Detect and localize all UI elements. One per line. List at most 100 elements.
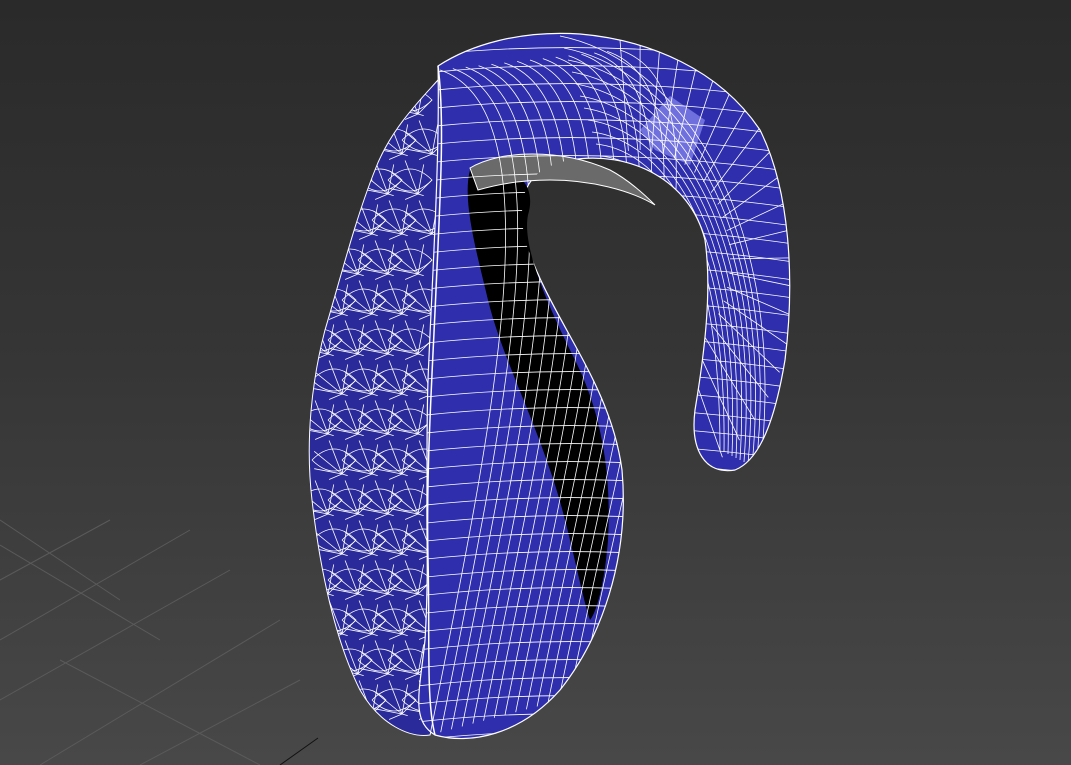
scale-wire bbox=[309, 588, 329, 595]
scale-wire bbox=[314, 273, 329, 280]
scale-wire bbox=[309, 248, 343, 272]
scale-wire bbox=[341, 713, 348, 716]
scale-wire bbox=[329, 90, 359, 115]
scale-wire bbox=[360, 108, 389, 115]
scale-wire bbox=[309, 648, 343, 672]
scale-wire bbox=[327, 193, 334, 196]
scale-wire bbox=[309, 188, 329, 195]
scale-wire bbox=[328, 200, 343, 235]
scale-wire bbox=[358, 153, 373, 160]
scale-wire bbox=[327, 659, 343, 675]
scale-wire bbox=[309, 668, 329, 675]
scale-wire bbox=[328, 120, 343, 155]
scale-wire bbox=[358, 120, 373, 155]
scale-wire bbox=[314, 193, 329, 200]
scale-wire bbox=[314, 80, 329, 115]
scale-wire bbox=[328, 713, 343, 720]
scale-wire bbox=[328, 680, 343, 715]
scale-wire bbox=[314, 593, 329, 600]
viewport-grid bbox=[0, 519, 319, 765]
scale-wire bbox=[314, 113, 329, 120]
scale-wire bbox=[311, 688, 357, 712]
scale-wire bbox=[341, 128, 387, 152]
scale-wire bbox=[344, 148, 373, 155]
scale-wire bbox=[309, 170, 329, 195]
scale-wire bbox=[343, 130, 373, 155]
scale-wire bbox=[344, 708, 373, 715]
scale-wire bbox=[309, 88, 343, 112]
scale-wire bbox=[341, 684, 349, 715]
scale-wire bbox=[327, 88, 373, 112]
scale-wire bbox=[314, 673, 329, 680]
grid-line bbox=[0, 529, 191, 641]
scale-wire bbox=[309, 108, 329, 115]
scale-wire bbox=[327, 644, 335, 675]
scale-wire bbox=[330, 108, 359, 115]
scale-wire bbox=[327, 168, 373, 192]
scale-wire bbox=[327, 244, 335, 275]
scale-wire bbox=[313, 690, 343, 715]
scale-wire bbox=[313, 130, 343, 155]
scale-wire bbox=[387, 113, 394, 116]
scale-wire bbox=[314, 228, 343, 235]
scale-wire bbox=[344, 193, 359, 200]
scale-wire bbox=[313, 210, 343, 235]
scale-wire bbox=[341, 699, 357, 715]
scale-wire bbox=[371, 713, 378, 716]
scale-wire bbox=[327, 164, 335, 195]
scale-wire bbox=[327, 273, 334, 276]
scale-wire bbox=[328, 153, 343, 160]
scale-wire bbox=[341, 124, 349, 155]
scale-wire bbox=[314, 640, 329, 675]
scale-wire bbox=[357, 164, 365, 195]
scale-wire bbox=[404, 80, 419, 115]
scale-wire bbox=[314, 240, 329, 275]
grid-line bbox=[39, 619, 281, 765]
scale-wire bbox=[327, 84, 335, 115]
grid-line bbox=[0, 519, 111, 581]
scale-wire bbox=[330, 188, 359, 195]
scale-wire bbox=[341, 204, 349, 235]
scale-wire bbox=[309, 250, 329, 275]
scale-wire bbox=[314, 148, 343, 155]
scale-wire bbox=[357, 84, 365, 115]
scale-wire bbox=[309, 650, 329, 675]
scale-wire bbox=[309, 168, 343, 192]
scale-wire bbox=[327, 673, 334, 676]
scale-wire bbox=[387, 99, 403, 115]
scale-wire bbox=[341, 153, 348, 156]
grid-line bbox=[0, 569, 231, 701]
scale-wire bbox=[357, 88, 403, 112]
scale-wire bbox=[309, 90, 329, 115]
scale-wire bbox=[311, 128, 357, 152]
scale-wire bbox=[359, 90, 389, 115]
scale-wire bbox=[341, 139, 357, 155]
scale-wire bbox=[344, 160, 359, 195]
scale-wire bbox=[328, 233, 343, 240]
scale-wire bbox=[371, 153, 378, 156]
grid-line bbox=[139, 679, 301, 765]
scale-wire bbox=[374, 80, 389, 115]
wire-edge bbox=[400, 750, 820, 765]
scale-wire bbox=[327, 259, 343, 275]
scale-wire bbox=[387, 84, 395, 115]
scale-wire bbox=[329, 170, 359, 195]
grid-line bbox=[59, 659, 261, 765]
scale-wire bbox=[327, 113, 334, 116]
scale-wire bbox=[357, 113, 364, 116]
scale-wire bbox=[314, 708, 343, 715]
scale-wire bbox=[374, 113, 389, 120]
grid-line bbox=[0, 519, 121, 601]
hook-mesh-object[interactable] bbox=[298, 30, 820, 765]
scale-wire bbox=[357, 99, 373, 115]
scale-wire bbox=[371, 124, 379, 155]
scale-wire bbox=[314, 160, 329, 195]
scale-wire bbox=[309, 268, 329, 275]
scale-wire bbox=[357, 193, 364, 196]
scale-wire bbox=[327, 179, 343, 195]
viewport-canvas[interactable] bbox=[0, 0, 1071, 765]
scale-wire bbox=[311, 208, 357, 232]
viewport-3d[interactable] bbox=[0, 0, 1071, 765]
scale-wire bbox=[344, 113, 359, 120]
scale-wire bbox=[344, 80, 359, 115]
